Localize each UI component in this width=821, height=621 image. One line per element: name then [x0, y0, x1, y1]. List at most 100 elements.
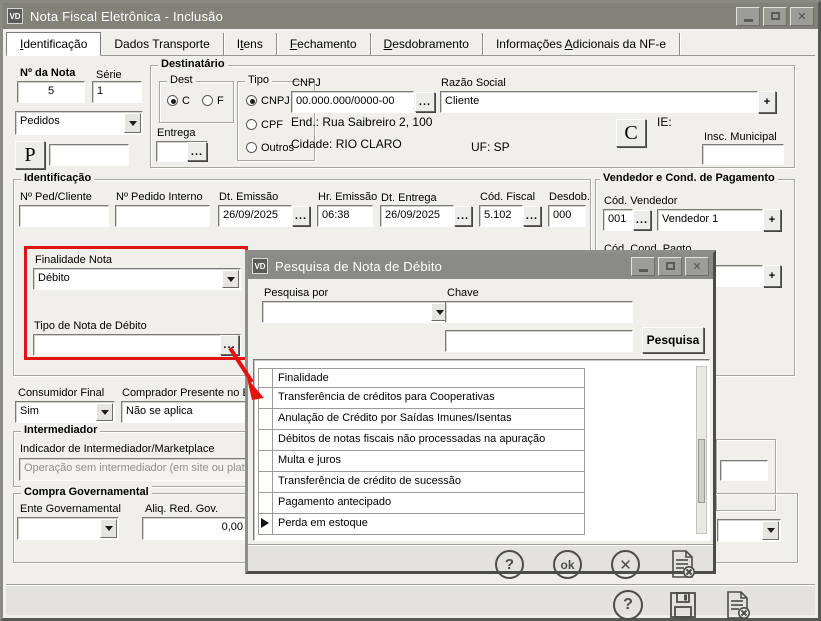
dialog-help-icon[interactable]: ?: [495, 550, 524, 579]
cidade-text: Cidade: RIO CLARO: [291, 137, 402, 151]
scrollbar-thumb[interactable]: [698, 439, 705, 503]
cod-vendedor-input[interactable]: 001: [603, 209, 633, 231]
c-button[interactable]: C: [616, 119, 646, 147]
dialog-minimize-icon[interactable]: [631, 257, 655, 276]
destinatario-title: Destinatário: [158, 58, 228, 70]
dialog-maximize-icon[interactable]: [658, 257, 682, 276]
ped-cliente-label: Nº Ped/Cliente: [20, 191, 92, 203]
intermediador-title: Intermediador: [21, 424, 100, 436]
grid-row[interactable]: Pagamento antecipado: [258, 493, 585, 514]
cond-pagto-add-button[interactable]: +: [763, 265, 781, 287]
window-title: Nota Fiscal Eletrônica - Inclusão: [30, 9, 223, 24]
insc-label: Insc. Municipal: [704, 131, 777, 143]
tab-fechamento[interactable]: Fechamento: [277, 33, 371, 55]
pesquisa-button[interactable]: Pesquisa: [642, 327, 704, 353]
comprador-select[interactable]: Não se aplica: [121, 401, 249, 423]
aliq-input[interactable]: 0,00: [142, 517, 248, 540]
tab-bar: Identificação Dados Transporte Itens Fec…: [6, 32, 815, 56]
razao-label: Razão Social: [441, 77, 506, 89]
uf-text: UF: SP: [471, 140, 510, 154]
grid-gutter: [258, 368, 272, 388]
chave2-input[interactable]: [445, 330, 633, 352]
dt-entrega-input[interactable]: 26/09/2025: [380, 205, 454, 227]
grid-row[interactable]: Multa e juros: [258, 451, 585, 472]
dialog-ok-icon[interactable]: ok: [553, 550, 582, 579]
grid-row[interactable]: Transferência de créditos para Cooperati…: [258, 388, 585, 409]
right-partial-select[interactable]: [717, 519, 781, 542]
consumidor-select[interactable]: Sim: [15, 401, 115, 423]
tab-identificacao[interactable]: Identificação: [6, 32, 101, 56]
dialog-clear-document-icon[interactable]: [666, 548, 698, 580]
entrega-lookup-button[interactable]: ...: [187, 142, 207, 161]
indicador-label: Indicador de Intermediador/Marketplace: [20, 443, 214, 455]
ped-cliente-input[interactable]: [19, 205, 109, 227]
cnpj-label: CNPJ: [292, 77, 321, 89]
p-button[interactable]: P: [15, 141, 45, 169]
cod-vendedor-lookup-button[interactable]: ...: [633, 210, 651, 230]
comprador-label: Comprador Presente no Es: [122, 387, 248, 399]
cnpj-input[interactable]: 00.000.000/0000-00: [291, 91, 414, 113]
grid-row[interactable]: Anulação de Crédito por Saídas Imunes/Is…: [258, 409, 585, 430]
tab-informacoes-adicionais[interactable]: Informações Adicionais da NF-e: [483, 33, 680, 55]
p-input[interactable]: [49, 144, 129, 166]
serie-input[interactable]: 1: [92, 81, 142, 103]
dt-entrega-calendar-button[interactable]: ...: [454, 206, 472, 226]
chave-input[interactable]: [445, 301, 633, 323]
help-icon[interactable]: ?: [613, 590, 643, 620]
origem-select[interactable]: Pedidos: [15, 111, 143, 135]
tab-desdobramento[interactable]: Desdobramento: [371, 33, 483, 55]
right-partial-input[interactable]: [720, 460, 768, 481]
cod-fiscal-label: Cód. Fiscal: [480, 191, 535, 203]
minimize-icon[interactable]: [736, 7, 760, 26]
grid-header-finalidade[interactable]: Finalidade: [272, 368, 585, 388]
pedido-interno-input[interactable]: [115, 205, 210, 227]
nota-input[interactable]: 5: [17, 81, 85, 103]
desdob-input[interactable]: 000: [548, 205, 586, 227]
cancel-document-icon[interactable]: [721, 589, 753, 621]
radio-tipo-outros[interactable]: Outros: [246, 142, 294, 154]
grid-row-selected[interactable]: Perda em estoque: [258, 514, 585, 535]
maximize-icon[interactable]: [763, 7, 787, 26]
cod-fiscal-input[interactable]: 5.102: [479, 205, 523, 227]
vendedor-nome-input[interactable]: Vendedor 1: [657, 209, 763, 231]
dt-emissao-input[interactable]: 26/09/2025: [218, 205, 292, 227]
radio-dest-f[interactable]: F: [202, 95, 224, 107]
chevron-down-icon[interactable]: [762, 521, 779, 540]
aliq-label: Aliq. Red. Gov.: [145, 503, 218, 515]
razao-input[interactable]: Cliente: [440, 91, 758, 113]
close-icon[interactable]: ✕: [790, 7, 814, 26]
tipo-label: Tipo: [245, 74, 272, 86]
cnpj-lookup-button[interactable]: ...: [415, 92, 435, 112]
entrega-label: Entrega: [157, 127, 196, 139]
tab-itens[interactable]: Itens: [224, 33, 277, 55]
chave-label: Chave: [447, 287, 479, 299]
hr-emissao-input[interactable]: 06:38: [317, 205, 373, 227]
grid-row[interactable]: Transferência de crédito de sucessão: [258, 472, 585, 493]
tab-dados-transporte[interactable]: Dados Transporte: [101, 33, 223, 55]
grid-scrollbar[interactable]: [696, 366, 707, 534]
radio-tipo-cnpj[interactable]: CNPJ: [246, 95, 290, 107]
radio-off-icon: [246, 142, 257, 153]
dt-emissao-calendar-button[interactable]: ...: [292, 206, 310, 226]
dialog-close-icon[interactable]: ✕: [685, 257, 709, 276]
chevron-down-icon[interactable]: [124, 113, 141, 133]
vendedor-title: Vendedor e Cond. de Pagamento: [600, 172, 778, 184]
radio-tipo-cpf[interactable]: CPF: [246, 119, 283, 131]
grid-row[interactable]: Débitos de notas fiscais não processadas…: [258, 430, 585, 451]
hr-emissao-label: Hr. Emissão: [318, 191, 377, 203]
razao-add-button[interactable]: +: [758, 91, 776, 113]
insc-input[interactable]: [702, 144, 784, 165]
chevron-down-icon[interactable]: [100, 519, 117, 538]
pesquisa-por-select[interactable]: [262, 301, 450, 323]
chevron-down-icon[interactable]: [96, 403, 113, 421]
radio-on-icon: [246, 95, 257, 106]
cod-fiscal-lookup-button[interactable]: ...: [523, 206, 541, 226]
vendedor-add-button[interactable]: +: [763, 209, 781, 231]
radio-dest-c[interactable]: C: [167, 95, 190, 107]
result-grid: Finalidade Transferência de créditos par…: [253, 359, 710, 541]
dialog-cancel-icon[interactable]: ✕: [611, 550, 640, 579]
ente-select[interactable]: [17, 517, 119, 540]
save-icon[interactable]: [667, 589, 699, 621]
pesquisa-dialog: VD Pesquisa de Nota de Débito ✕ Pesquisa…: [245, 250, 716, 574]
consumidor-label: Consumidor Final: [18, 387, 104, 399]
